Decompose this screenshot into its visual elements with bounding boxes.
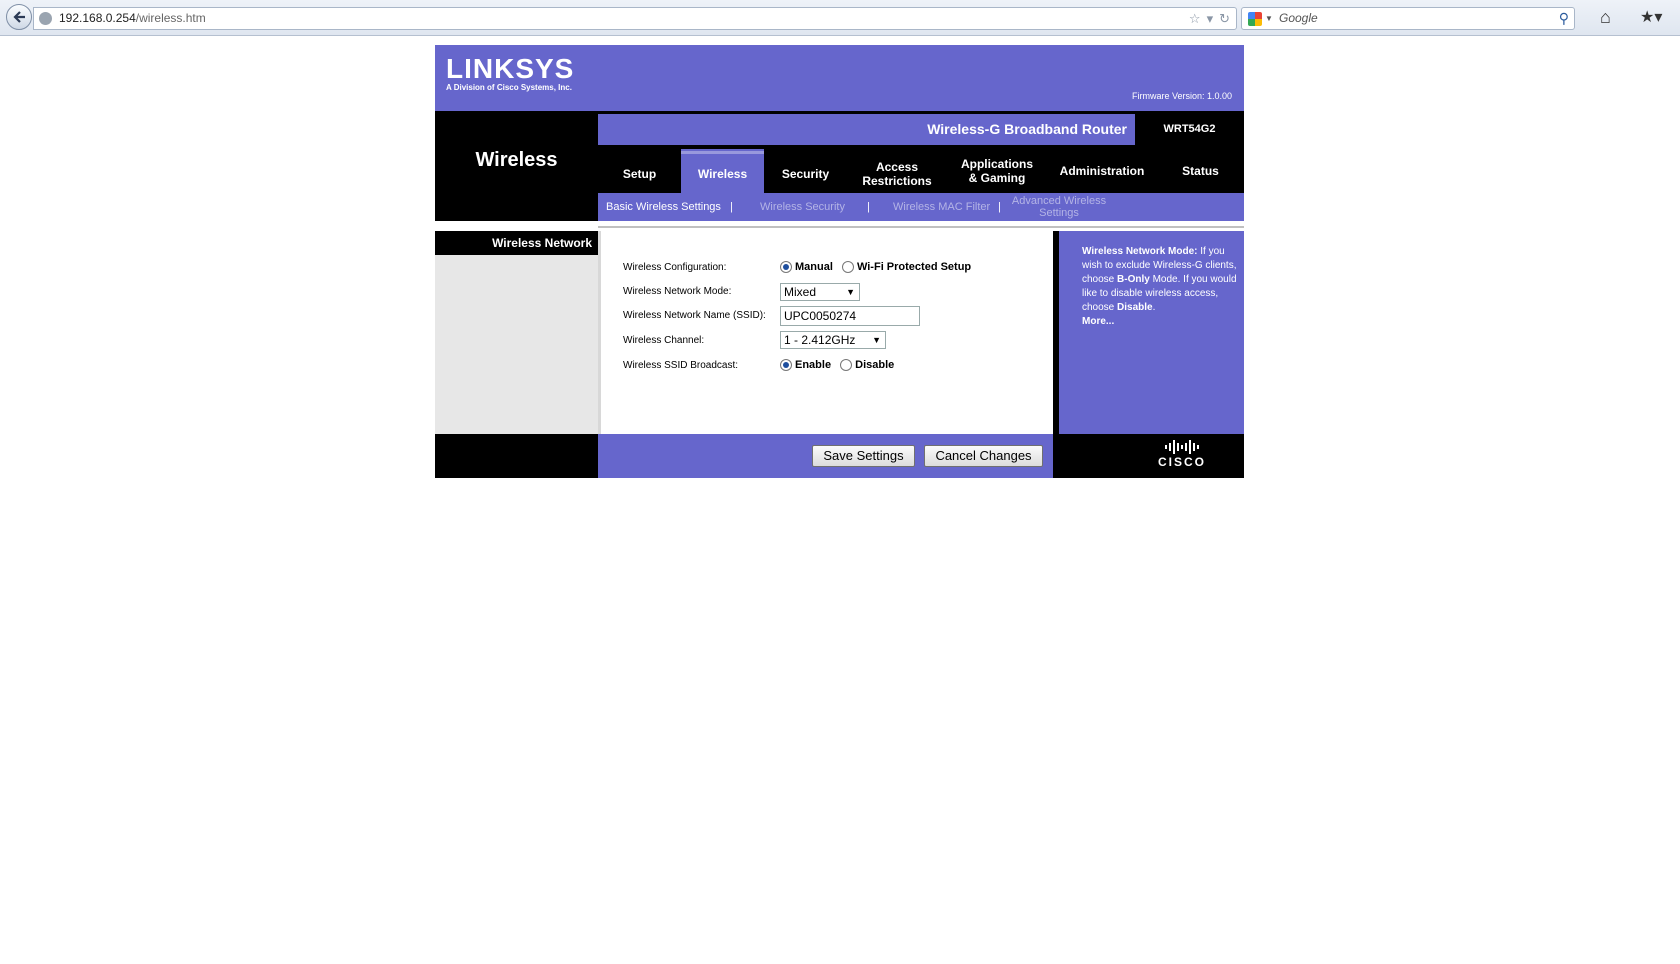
search-engine-dropdown-icon[interactable]: ▼ (1265, 8, 1273, 29)
network-mode-value: Mixed (784, 285, 817, 299)
back-button[interactable] (6, 4, 32, 30)
site-identity-icon[interactable] (39, 12, 52, 25)
product-name: Wireless-G Broadband Router (598, 114, 1135, 145)
tab-label: Setup (622, 167, 657, 181)
url-text: 192.168.0.254/wireless.htm (59, 8, 206, 29)
browser-toolbar: 192.168.0.254/wireless.htm ☆ ▾ ↻ ▼ Googl… (0, 0, 1680, 36)
left-sidebar: Wireless Network (435, 231, 598, 434)
enable-label: Enable (795, 359, 832, 372)
router-page: LINKSYS A Division of Cisco Systems, Inc… (435, 45, 1244, 478)
cisco-text: CISCO (1158, 455, 1207, 469)
config-radio-group: Manual Wi-Fi Protected Setup (780, 261, 977, 274)
logo-subtitle: A Division of Cisco Systems, Inc. (446, 83, 572, 92)
help-body-3: . (1152, 302, 1156, 313)
help-text: Wireless Network Mode: If you wish to ex… (1082, 245, 1240, 329)
tab-setup[interactable]: Setup (598, 149, 681, 193)
tab-highlight (681, 151, 764, 154)
cancel-changes-button[interactable]: Cancel Changes (924, 445, 1043, 467)
tab-label: Access Restrictions (862, 160, 932, 188)
tab-wireless[interactable]: Wireless (681, 149, 764, 193)
settings-panel: Wireless Configuration: Manual Wi-Fi Pro… (598, 231, 1053, 434)
tab-label: Wireless (697, 167, 748, 181)
chevron-down-icon: ▼ (872, 335, 881, 345)
help-bold-1: B-Only (1117, 274, 1150, 285)
help-panel: Wireless Network Mode: If you wish to ex… (1053, 231, 1244, 434)
firmware-version: Firmware Version: 1.0.00 (1131, 91, 1232, 101)
model-number: WRT54G2 (1163, 123, 1216, 135)
subnav-wireless-security[interactable]: Wireless Security (760, 193, 845, 221)
back-arrow-icon (13, 11, 25, 23)
product-row: Wireless-G Broadband Router WRT54G2 (598, 111, 1244, 149)
google-icon[interactable] (1248, 12, 1262, 26)
manual-label: Manual (795, 261, 833, 274)
save-settings-button[interactable]: Save Settings (812, 445, 915, 467)
url-path: /wireless.htm (135, 11, 206, 25)
tab-label: Security (781, 167, 830, 181)
footer-right: CISCO (1053, 434, 1244, 478)
address-bar[interactable]: 192.168.0.254/wireless.htm ☆ ▾ ↻ (33, 7, 1237, 30)
sub-navigation: Basic Wireless Settings | Wireless Secur… (598, 193, 1244, 221)
star-icon[interactable]: ☆ (1189, 8, 1201, 29)
channel-value: 1 - 2.412GHz (784, 333, 856, 347)
subnav-wireless-mac-filter[interactable]: Wireless MAC Filter (893, 193, 990, 221)
help-box: Wireless Network Mode: If you wish to ex… (1059, 231, 1244, 434)
footer-left (435, 434, 598, 478)
section-banner: Wireless (435, 111, 598, 221)
tab-label: Status (1182, 164, 1219, 178)
ssid-label: Wireless Network Name (SSID): (623, 310, 766, 321)
enable-radio[interactable] (780, 359, 792, 372)
disable-radio[interactable] (840, 359, 853, 372)
main-tabs: Setup Wireless Security Access Restricti… (598, 149, 1244, 193)
config-label: Wireless Configuration: (623, 262, 727, 273)
channel-label: Wireless Channel: (623, 335, 705, 346)
broadcast-label: Wireless SSID Broadcast: (623, 360, 739, 371)
tab-status[interactable]: Status (1157, 149, 1244, 193)
help-more-link[interactable]: More... (1082, 316, 1114, 327)
page-header: LINKSYS A Division of Cisco Systems, Inc… (435, 45, 1244, 111)
wps-radio[interactable] (841, 261, 854, 274)
panel-shadow (598, 231, 601, 434)
ssid-input[interactable]: UPC0050274 (780, 306, 920, 326)
subnav-separator: | (998, 201, 1001, 213)
cisco-logo: CISCO (1158, 439, 1206, 469)
cisco-bars-icon (1158, 439, 1206, 455)
manual-radio[interactable] (780, 261, 792, 274)
logo-text: LINKSYS (446, 53, 575, 84)
chevron-down-icon: ▼ (846, 287, 855, 297)
subnav-advanced-wireless-settings[interactable]: Advanced Wireless Settings (1009, 193, 1109, 221)
search-bar[interactable]: ▼ Google ⚲ (1241, 7, 1575, 30)
linksys-logo: LINKSYS A Division of Cisco Systems, Inc… (446, 55, 574, 93)
search-input[interactable]: Google (1279, 8, 1318, 29)
channel-select[interactable]: 1 - 2.412GHz ▼ (780, 331, 886, 349)
section-title: Wireless (475, 149, 558, 171)
help-bold-2: Disable (1117, 302, 1153, 313)
tab-administration[interactable]: Administration (1047, 149, 1157, 193)
tab-security[interactable]: Security (764, 149, 847, 193)
subnav-basic-wireless-settings[interactable]: Basic Wireless Settings (606, 193, 721, 221)
tab-label: Applications & Gaming (960, 157, 1033, 185)
network-mode-select[interactable]: Mixed ▼ (780, 283, 860, 301)
url-host: 192.168.0.254 (59, 11, 136, 25)
broadcast-radio-group: Enable Disable (780, 359, 900, 372)
tab-label: Administration (1059, 164, 1145, 178)
divider-line (598, 226, 1244, 228)
subnav-separator: | (730, 201, 733, 213)
tab-access-restrictions[interactable]: Access Restrictions (847, 149, 947, 193)
tab-applications-gaming[interactable]: Applications & Gaming (947, 149, 1047, 193)
magnifier-icon[interactable]: ⚲ (1559, 8, 1569, 29)
reload-icon[interactable]: ↻ (1219, 8, 1230, 29)
footer-actions: Save Settings Cancel Changes (598, 434, 1053, 478)
sidebar-heading: Wireless Network (435, 231, 598, 255)
wps-label: Wi-Fi Protected Setup (856, 261, 972, 274)
help-title: Wireless Network Mode: (1082, 246, 1198, 257)
home-icon[interactable]: ⌂ (1600, 7, 1611, 28)
subnav-separator: | (867, 201, 870, 213)
disable-label: Disable (855, 359, 895, 372)
mode-label: Wireless Network Mode: (623, 286, 732, 297)
dropdown-arrow-icon[interactable]: ▾ (1207, 8, 1214, 29)
bookmarks-icon[interactable]: ★▾ (1640, 7, 1662, 27)
